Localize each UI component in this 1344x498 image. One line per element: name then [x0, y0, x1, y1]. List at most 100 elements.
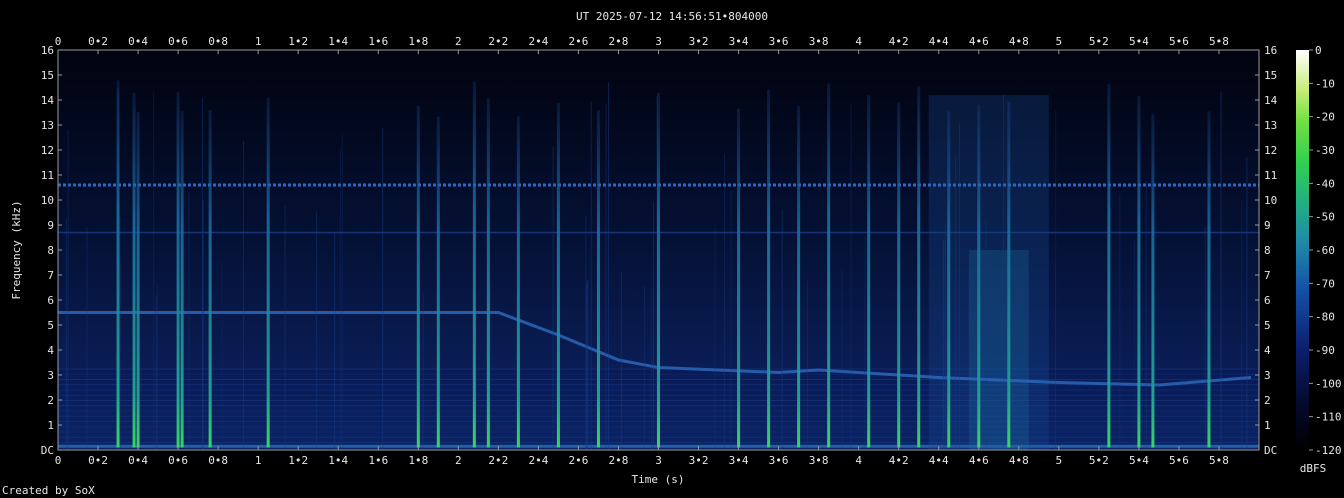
y-tick-label-left: 12: [41, 144, 54, 157]
x-tick-label-top: 4: [855, 35, 862, 48]
y-tick-label-right: 6: [1264, 294, 1271, 307]
spectrogram-figure: UT 2025-07-12 14:56:51•804000 0 0•2 0•4 0•6…: [2, 10, 1342, 497]
click-event: [436, 116, 440, 448]
click-event: [977, 104, 981, 448]
x-tick-label-bottom: 0•2: [88, 454, 108, 467]
x-tick-label-top: 1•2: [288, 35, 308, 48]
x-tick-label-top: 3•6: [769, 35, 789, 48]
x-tick-label-top: 5•2: [1089, 35, 1109, 48]
click-event: [897, 102, 901, 448]
y-tick-label-right: 11: [1264, 169, 1277, 182]
y-tick-label-right: 9: [1264, 219, 1271, 232]
colorbar-tick-label: -20: [1315, 111, 1335, 124]
x-tick-label-top: 1•8: [408, 35, 428, 48]
x-tick-label-bottom: 0•8: [208, 454, 228, 467]
x-tick-label-bottom: 1: [255, 454, 262, 467]
click-event: [797, 106, 801, 448]
colorbar-tick-label: -60: [1315, 244, 1335, 257]
x-tick-label-top: 0•6: [168, 35, 188, 48]
y-tick-label-right: 16: [1264, 44, 1277, 57]
click-event: [556, 102, 560, 448]
colorbar-label: dBFS: [1300, 462, 1327, 475]
y-tick-label-left: 15: [41, 69, 54, 82]
y-tick-label-right: 13: [1264, 119, 1277, 132]
y-tick-label-left: 10: [41, 194, 54, 207]
x-tick-label-bottom: 5•4: [1129, 454, 1149, 467]
chart-title: UT 2025-07-12 14:56:51•804000: [576, 10, 768, 23]
x-tick-label-bottom: 4•2: [889, 454, 909, 467]
x-tick-label-top: 5•8: [1209, 35, 1229, 48]
x-tick-label-top: 4•4: [929, 35, 949, 48]
x-tick-label-bottom: 4•4: [929, 454, 949, 467]
click-event: [737, 108, 741, 448]
credit-text: Created by SoX: [2, 484, 95, 497]
colorbar-tick-label: -70: [1315, 277, 1335, 290]
x-tick-label-top: 3•2: [689, 35, 709, 48]
click-event: [486, 98, 490, 448]
x-tick-label-top: 4•2: [889, 35, 909, 48]
x-tick-label-top: 2•6: [568, 35, 588, 48]
x-tick-label-top: 0•4: [128, 35, 148, 48]
click-event: [767, 89, 771, 448]
x-tick-label-top: 0•8: [208, 35, 228, 48]
click-event: [180, 111, 184, 448]
click-event: [947, 110, 951, 448]
x-tick-label-bottom: 2•2: [488, 454, 508, 467]
x-tick-label-bottom: 3•2: [689, 454, 709, 467]
y-tick-label-right: 2: [1264, 394, 1271, 407]
y-tick-label-left: 7: [47, 269, 54, 282]
y-tick-label-left: 11: [41, 169, 54, 182]
click-event: [867, 95, 871, 448]
x-tick-label-top: 3•4: [729, 35, 749, 48]
x-tick-label-top: 1•6: [368, 35, 388, 48]
x-tick-label-top: 5•6: [1169, 35, 1189, 48]
x-tick-label-bottom: 0•4: [128, 454, 148, 467]
y-tick-label-right: 3: [1264, 369, 1271, 382]
colorbar-tick-label: -80: [1315, 311, 1335, 324]
x-tick-label-top: 5•4: [1129, 35, 1149, 48]
y-tick-label-right: 15: [1264, 69, 1277, 82]
x-axis-label: Time (s): [632, 473, 685, 486]
x-tick-label-bottom: 5: [1056, 454, 1063, 467]
x-tick-label-bottom: 5•6: [1169, 454, 1189, 467]
x-tick-label-bottom: 1•6: [368, 454, 388, 467]
y-tick-label-left: 14: [41, 94, 55, 107]
y-tick-label-right: 14: [1264, 94, 1278, 107]
x-tick-label-bottom: 3•6: [769, 454, 789, 467]
click-event: [176, 92, 180, 448]
colorbar-tick-label: -100: [1315, 377, 1342, 390]
click-event: [1137, 96, 1141, 448]
colorbar-tick-label: -50: [1315, 211, 1335, 224]
click-event: [116, 80, 120, 448]
y-tick-label-right: 10: [1264, 194, 1277, 207]
x-tick-label-bottom: 0: [55, 454, 62, 467]
plot-area: [57, 49, 1260, 451]
colorbar-tick-label: -90: [1315, 344, 1335, 357]
y-tick-label-right: 12: [1264, 144, 1277, 157]
colorbar-tick-label: -40: [1315, 177, 1335, 190]
x-tick-label-top: 2•2: [488, 35, 508, 48]
y-tick-label-right: 4: [1264, 344, 1271, 357]
x-tick-label-top: 2•4: [528, 35, 548, 48]
colorbar-gradient: [1296, 50, 1309, 450]
y-tick-label-left: 16: [41, 44, 54, 57]
click-event: [472, 81, 476, 448]
y-tick-label-left: DC: [41, 444, 54, 457]
x-tick-label-top: 3: [655, 35, 662, 48]
click-event: [1107, 83, 1111, 448]
y-tick-label-left: 3: [47, 369, 54, 382]
y-tick-label-right: 5: [1264, 319, 1271, 332]
x-tick-label-top: 4•6: [969, 35, 989, 48]
x-tick-label-bottom: 3: [655, 454, 662, 467]
y-tick-label-left: 13: [41, 119, 54, 132]
y-axis-label: Frequency (kHz): [10, 200, 23, 299]
colorbar-tick-label: -30: [1315, 144, 1335, 157]
y-tick-label-left: 8: [47, 244, 54, 257]
x-tick-label-top: 1: [255, 35, 262, 48]
click-event: [596, 110, 600, 448]
click-event: [1007, 101, 1011, 448]
x-tick-label-bottom: 2•4: [528, 454, 548, 467]
x-tick-label-top: 5: [1056, 35, 1063, 48]
colorbar: 0 -10 -20 -30 -40 -50 -60 -70 -80 -90 -100 -110 -120…: [1296, 44, 1342, 475]
click-event: [136, 111, 140, 448]
